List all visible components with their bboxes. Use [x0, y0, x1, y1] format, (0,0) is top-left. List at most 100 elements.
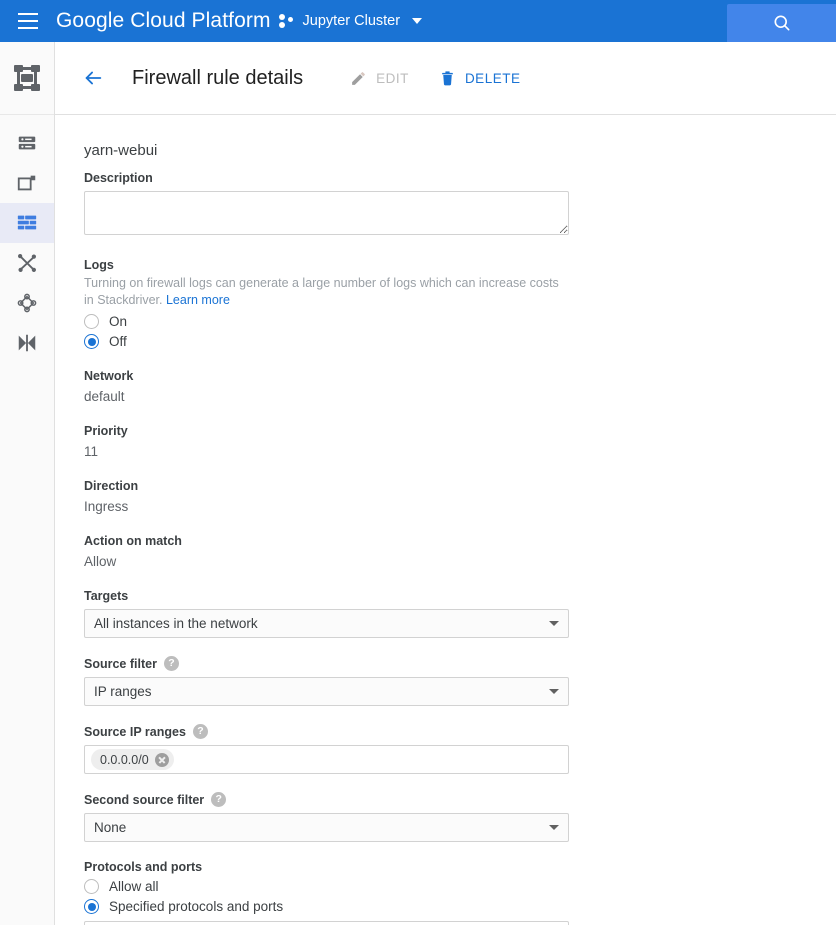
sidebar-item-instance-templates[interactable] [0, 163, 54, 203]
source-filter-label-text: Source filter [84, 656, 157, 671]
direction-value: Ingress [84, 499, 129, 514]
source-filter-select-value: IP ranges [94, 684, 152, 699]
second-source-filter-select-value: None [94, 820, 127, 835]
targets-select[interactable]: All instances in the network [84, 609, 569, 638]
page-title: Firewall rule details [132, 66, 304, 89]
targets-select-value: All instances in the network [94, 616, 258, 631]
arrow-left-icon [85, 71, 102, 85]
back-button[interactable] [81, 66, 105, 90]
protocols-radio-allow-all[interactable]: Allow all [84, 879, 575, 894]
logs-radio-off-label: Off [109, 334, 127, 349]
edit-button[interactable]: EDIT [350, 70, 409, 87]
second-source-filter-label: Second source filter ? [84, 792, 575, 807]
main-content: yarn-webui Description Logs Turning on f… [55, 116, 836, 925]
delete-label: DELETE [464, 70, 521, 86]
compute-engine-icon[interactable] [0, 42, 54, 115]
targets-label: Targets [84, 589, 129, 603]
source-ip-ranges-label: Source IP ranges ? [84, 724, 575, 739]
edit-label: EDIT [376, 70, 409, 86]
network-label: Network [84, 369, 134, 383]
priority-label: Priority [84, 424, 128, 438]
protocols-radio-specified[interactable]: Specified protocols and ports [84, 899, 575, 914]
help-circle-icon[interactable]: ? [211, 792, 227, 807]
vm-instances-icon [18, 136, 36, 150]
hamburger-line [18, 12, 38, 16]
protocols-and-ports-input[interactable] [84, 921, 569, 925]
project-name: Jupyter Cluster [302, 13, 401, 29]
chevron-down-icon [549, 825, 559, 830]
action-on-match-value: Allow [84, 554, 117, 569]
source-filter-select[interactable]: IP ranges [84, 677, 569, 706]
direction-label: Direction [84, 479, 139, 493]
source-ip-ranges-field[interactable]: 0.0.0.0/0 [84, 745, 569, 774]
second-source-filter-group: Second source filter ? None [84, 792, 575, 842]
protocols-and-ports-label: Protocols and ports [84, 860, 203, 874]
logs-radio-on-label: On [109, 314, 128, 329]
project-selector[interactable]: Jupyter Cluster [278, 13, 423, 29]
firewall-rules-icon [17, 215, 37, 230]
source-filter-label: Source filter ? [84, 656, 575, 671]
second-source-filter-label-text: Second source filter [84, 792, 205, 807]
source-filter-group: Source filter ? IP ranges [84, 656, 575, 706]
logs-group: Logs Turning on firewall logs can genera… [84, 258, 575, 349]
delete-button[interactable]: DELETE [439, 70, 521, 87]
ip-range-chip: 0.0.0.0/0 [91, 749, 174, 770]
search-icon [774, 15, 789, 31]
brand-title: Google Cloud Platform [56, 9, 271, 32]
sidebar-item-vpn[interactable] [0, 323, 54, 363]
left-icon-rail [0, 42, 55, 925]
hamburger-line [18, 26, 38, 30]
help-circle-icon[interactable]: ? [192, 724, 208, 739]
second-source-filter-select[interactable]: None [84, 813, 569, 842]
sidebar-item-firewall-rules[interactable] [0, 203, 54, 243]
description-group: Description [84, 171, 575, 240]
project-dots-icon [278, 13, 295, 29]
chevron-down-icon [549, 689, 559, 694]
priority-value: 11 [84, 444, 99, 459]
trash-icon [442, 70, 453, 85]
search-input[interactable] [727, 4, 836, 42]
logs-radio-off[interactable]: Off [84, 334, 575, 349]
logs-hint-text: Turning on firewall logs can generate a … [84, 276, 559, 307]
instance-templates-icon [17, 175, 36, 191]
top-navigation-bar: Google Cloud Platform Jupyter Cluster [0, 0, 836, 42]
radio-indicator [84, 314, 99, 329]
pencil-icon [352, 71, 366, 85]
sidebar-item-network-topology[interactable] [0, 283, 54, 323]
ip-range-chip-text: 0.0.0.0/0 [100, 752, 149, 767]
protocols-and-ports-group: Protocols and ports Allow all Specified … [84, 860, 575, 925]
source-ip-ranges-group: Source IP ranges ? 0.0.0.0/0 [84, 724, 575, 774]
page-header: Firewall rule details EDIT DELETE [55, 42, 836, 115]
chevron-down-icon [412, 18, 423, 24]
logs-radio-on[interactable]: On [84, 314, 575, 329]
sidebar-item-vm-instances[interactable] [0, 123, 54, 163]
hamburger-menu-icon[interactable] [0, 0, 56, 42]
description-textarea[interactable] [84, 191, 569, 235]
close-circle-icon[interactable] [154, 752, 169, 767]
rule-name: yarn-webui [84, 142, 158, 159]
network-topology-icon [17, 293, 37, 313]
logs-label: Logs [84, 258, 114, 272]
radio-indicator [84, 879, 99, 894]
protocols-radio-allow-all-label: Allow all [109, 879, 159, 894]
targets-group: Targets All instances in the network [84, 589, 575, 638]
hamburger-line [18, 19, 38, 23]
page-header-actions: EDIT DELETE [350, 70, 520, 87]
action-on-match-group: Action on match Allow [84, 534, 575, 569]
priority-group: Priority 11 [84, 424, 575, 459]
routes-icon [18, 254, 36, 272]
logs-hint: Turning on firewall logs can generate a … [84, 275, 564, 309]
description-label: Description [84, 171, 153, 185]
action-on-match-label: Action on match [84, 534, 182, 548]
radio-indicator [84, 899, 99, 914]
vpn-icon [18, 334, 36, 352]
help-circle-icon[interactable]: ? [163, 656, 179, 671]
direction-group: Direction Ingress [84, 479, 575, 514]
sidebar-item-routes[interactable] [0, 243, 54, 283]
chevron-down-icon [549, 621, 559, 626]
network-group: Network default [84, 369, 575, 404]
firewall-rule-form: yarn-webui Description Logs Turning on f… [55, 116, 575, 925]
protocols-radio-specified-label: Specified protocols and ports [109, 899, 284, 914]
learn-more-link[interactable]: Learn more [166, 293, 230, 307]
network-value: default [84, 389, 125, 404]
